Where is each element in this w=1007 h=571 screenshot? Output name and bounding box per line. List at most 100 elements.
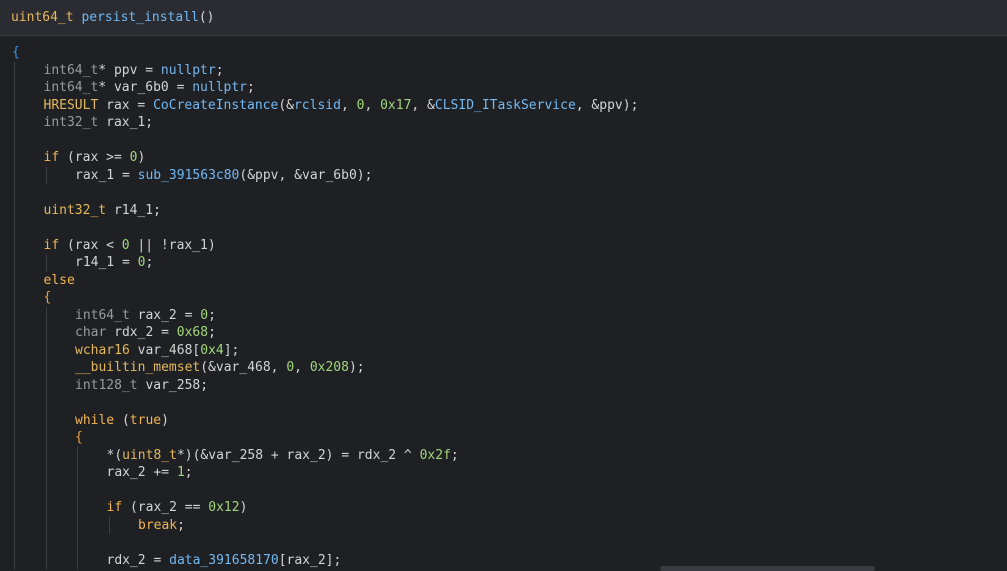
signature-token: uint64_t (11, 10, 74, 25)
code-line[interactable]: if (rax_2 == 0x12) (107, 499, 248, 517)
code-view[interactable]: {int64_t* ppv = nullptr; int64_t* var_6b0… (0, 44, 1007, 571)
code-token: var_468[ (129, 342, 201, 358)
code-token: 0 (286, 360, 295, 375)
code-line[interactable]: rdx_2 = data_391658170[rax_2]; (107, 552, 342, 570)
code-token: rdx_2 = (106, 325, 177, 340)
code-token: nullptr (192, 80, 248, 95)
code-line[interactable]: rax_1 = sub_391563c80(&ppv, &var_6b0); (75, 167, 372, 185)
code-token: ) (137, 150, 146, 165)
code-line[interactable]: else (44, 272, 75, 290)
code-token: int32_t (43, 115, 99, 130)
code-line[interactable]: { (75, 429, 83, 447)
code-line[interactable]: r14_1 = 0; (75, 254, 153, 272)
code-line[interactable]: int32_t rax_1; (44, 114, 154, 132)
code-line[interactable]: char rdx_2 = 0x68; (75, 324, 216, 342)
code-token: (&var_468, (200, 360, 287, 375)
code-token: rax = (98, 97, 154, 113)
code-token: 0 (121, 237, 130, 253)
code-token: HRESULT (43, 97, 99, 113)
code-token: (rax >= (59, 150, 130, 165)
code-token: true (129, 412, 162, 428)
code-token: , (294, 360, 310, 375)
code-token: ) (161, 412, 169, 428)
code-token: || !rax_1) (129, 237, 216, 253)
code-token: nullptr (160, 62, 216, 78)
code-token: while (75, 412, 115, 428)
code-token: rdx_2 = (106, 552, 170, 568)
code-token: 0x17 (380, 97, 412, 113)
code-token: [rax_2]; (278, 552, 342, 568)
code-token: { (12, 45, 20, 60)
code-token: ; (247, 80, 255, 95)
code-token: CoCreateInstance (153, 97, 279, 113)
code-token: 0x2f (419, 447, 451, 463)
indent-guide (45, 306, 47, 569)
code-line[interactable]: wchar16 var_468[0x4]; (75, 342, 239, 360)
code-token: rax_2 = (129, 307, 201, 323)
code-token: sub_391563c80 (137, 167, 240, 183)
code-line[interactable]: rax_2 += 1; (107, 464, 193, 482)
code-line[interactable]: __builtin_memset(&var_468, 0, 0x208); (75, 359, 365, 377)
code-token: ); (348, 360, 365, 375)
code-token: ; (208, 307, 216, 323)
code-token: , &ppv); (575, 97, 639, 113)
code-token: int128_t (75, 377, 138, 393)
horizontal-scrollbar[interactable] (660, 566, 875, 571)
code-line[interactable]: *(uint8_t*)(&var_258 + rax_2) = rdx_2 ^ … (107, 447, 459, 465)
code-token: int64_t (75, 307, 130, 323)
code-token: 0x68 (176, 325, 209, 340)
indent-guide (45, 166, 47, 184)
indent-guide (14, 61, 15, 569)
code-line[interactable]: while (true) (75, 412, 169, 430)
code-token: ( (114, 412, 130, 428)
code-line[interactable]: { (44, 289, 52, 307)
code-token: r14_1 = (75, 255, 138, 270)
code-token: , (364, 97, 381, 113)
code-line[interactable]: if (rax < 0 || !rax_1) (44, 237, 216, 255)
code-token: r14_1; (106, 202, 161, 218)
indent-guide (108, 516, 110, 534)
code-token: ; (177, 517, 185, 533)
code-token: char (75, 325, 107, 340)
code-line[interactable]: int64_t* var_6b0 = nullptr; (44, 79, 255, 97)
code-token: ; (145, 255, 154, 270)
code-line[interactable]: break; (138, 517, 185, 535)
code-line[interactable]: { (12, 44, 20, 62)
code-token: 0x208 (309, 360, 349, 375)
function-signature[interactable]: uint64_t persist_install() (11, 10, 215, 25)
code-token: if (43, 237, 60, 253)
code-line[interactable]: int64_t rax_2 = 0; (75, 307, 216, 325)
code-token: (rax < (59, 237, 122, 253)
code-token: if (43, 150, 60, 165)
code-token: ; (208, 325, 216, 340)
code-token: 0x12 (208, 500, 240, 515)
code-token: rclsid (293, 97, 341, 113)
code-token: ) (239, 500, 248, 515)
code-token: ; (215, 62, 224, 78)
code-token: , (340, 97, 357, 113)
code-token: { (75, 430, 83, 445)
signature-token: persist_install (81, 10, 199, 25)
code-token: int64_t (43, 62, 99, 78)
code-token: CLSID_ITaskService (434, 97, 576, 113)
code-line[interactable]: HRESULT rax = CoCreateInstance(&rclsid , … (44, 97, 639, 115)
code-line[interactable]: int64_t* ppv = nullptr; (44, 62, 224, 80)
code-token: ; (450, 447, 459, 463)
code-token: (rax_2 == (122, 500, 209, 515)
code-line[interactable]: uint32_t r14_1; (44, 202, 161, 220)
code-token: break (138, 517, 178, 533)
indent-guide (77, 446, 78, 569)
code-token: ; (184, 465, 193, 480)
code-token: *( (106, 447, 123, 463)
code-line[interactable]: int128_t var_258; (75, 377, 208, 395)
code-token: ]; (223, 342, 240, 358)
code-token: data_391658170 (169, 552, 279, 568)
code-token: (&ppv, &var_6b0); (239, 167, 373, 183)
code-token: *)(&var_258 + rax_2) = rdx_2 ^ (176, 447, 420, 463)
code-token: * ppv = (98, 62, 161, 78)
code-token: __builtin_memset (75, 360, 201, 375)
code-line[interactable]: if (rax >= 0) (44, 149, 146, 167)
code-token: , & (411, 97, 435, 113)
code-token: rax_2 += (106, 465, 177, 480)
code-token: uint32_t (43, 202, 107, 218)
